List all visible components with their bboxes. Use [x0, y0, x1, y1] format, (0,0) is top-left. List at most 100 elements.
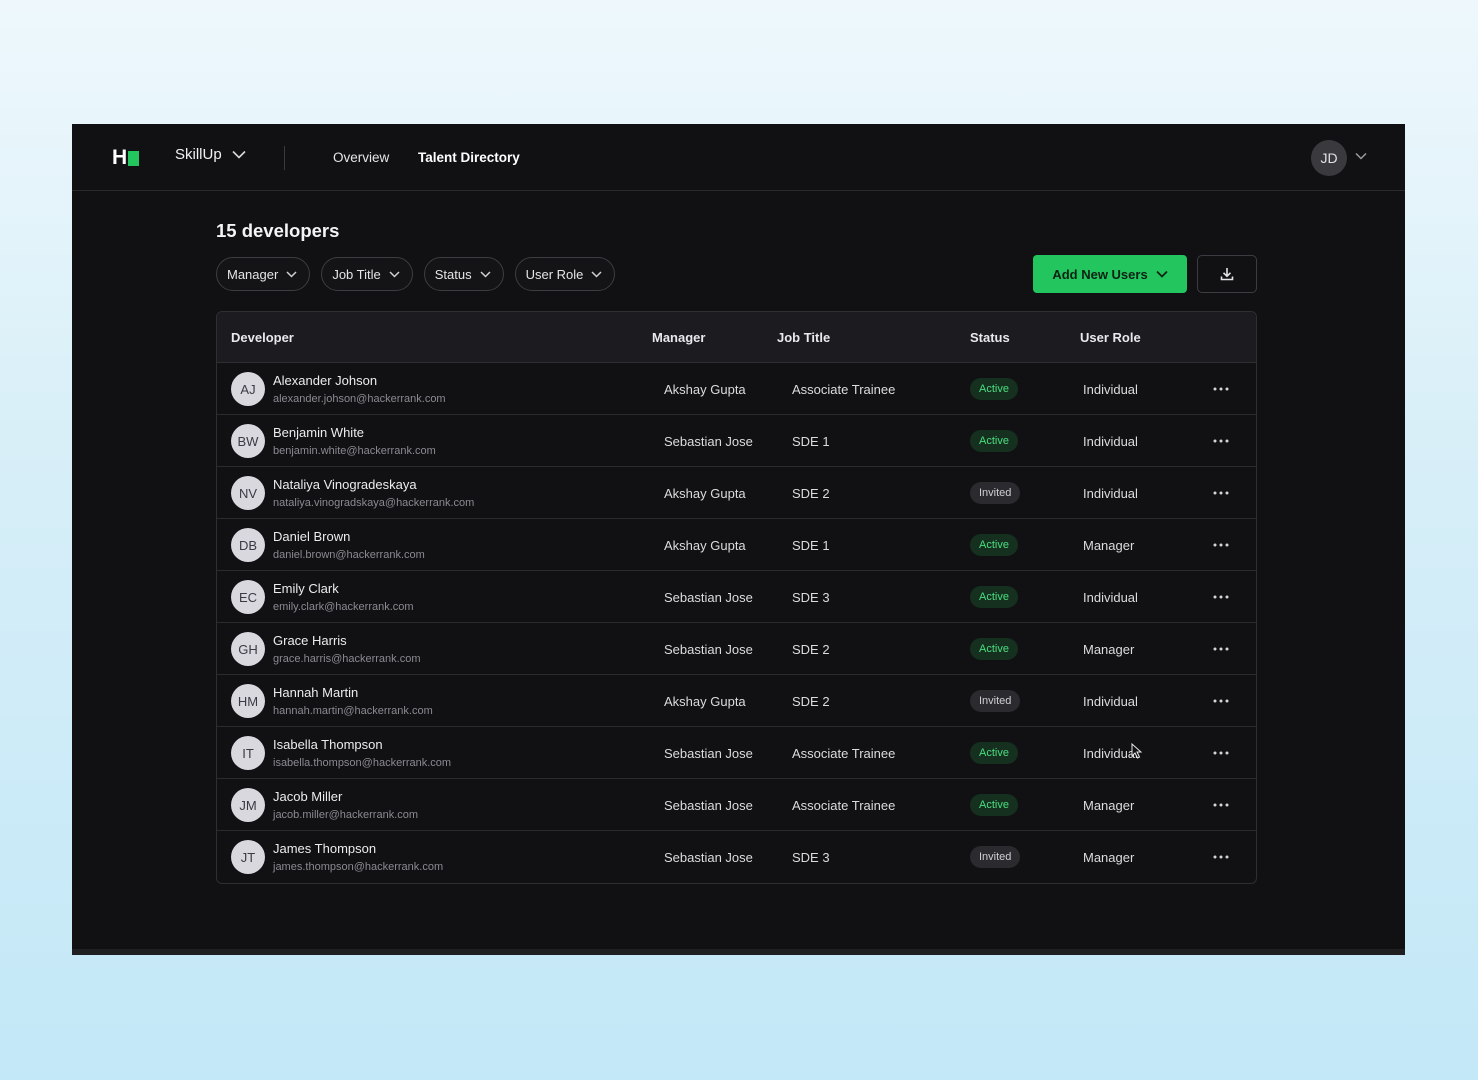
avatar: JM	[231, 788, 265, 822]
job-title-cell: SDE 2	[792, 486, 830, 501]
avatar: JT	[231, 840, 265, 874]
status-badge: Invited	[970, 690, 1021, 712]
job-title-cell: SDE 3	[792, 850, 830, 865]
developer-name[interactable]: Grace Harris	[273, 633, 347, 648]
chevron-down-icon	[480, 270, 491, 278]
table-row[interactable]: HM Hannah Martin hannah.martin@hackerrank.…	[217, 675, 1256, 727]
table-row[interactable]: JM Jacob Miller jacob.miller@hackerrank.co…	[217, 779, 1256, 831]
developer-email: grace.harris@hackerrank.com	[273, 653, 421, 665]
developer-name[interactable]: Benjamin White	[273, 425, 364, 440]
manager-cell: Akshay Gupta	[664, 382, 746, 397]
user-role-cell: Individual	[1083, 486, 1138, 501]
avatar: AJ	[231, 372, 265, 406]
user-role-cell: Manager	[1083, 850, 1135, 865]
user-role-cell: Manager	[1083, 798, 1135, 813]
avatar: DB	[231, 528, 265, 562]
user-role-cell: Individual	[1083, 434, 1138, 449]
developer-name[interactable]: Emily Clark	[273, 581, 339, 596]
more-options-icon[interactable]	[1210, 639, 1232, 659]
table-row[interactable]: AJ Alexander Johson alexander.johson@hacke…	[217, 363, 1256, 415]
mouse-cursor-icon	[1131, 743, 1142, 759]
status-badge: Invited	[970, 482, 1021, 504]
add-new-users-button[interactable]: Add New Users	[1033, 255, 1187, 293]
column-header-manager[interactable]: Manager	[652, 330, 705, 345]
more-options-icon[interactable]	[1210, 535, 1232, 555]
top-nav: H SkillUp Overview Talent Directory JD	[72, 124, 1405, 191]
filter-manager[interactable]: Manager	[216, 257, 311, 291]
avatar: IT	[231, 736, 265, 770]
table-row[interactable]: NV Nataliya Vinogradeskaya nataliya.vinogr…	[217, 467, 1256, 519]
user-avatar[interactable]: JD	[1311, 140, 1347, 176]
developer-name[interactable]: James Thompson	[273, 841, 376, 856]
developers-table: Developer Manager Job Title Status User …	[216, 311, 1257, 884]
developer-email: isabella.thompson@hackerrank.com	[273, 757, 452, 769]
column-header-job-title[interactable]: Job Title	[777, 330, 830, 345]
user-role-cell: Individual	[1083, 382, 1138, 397]
app-window: H SkillUp Overview Talent Directory JD 1…	[72, 124, 1405, 955]
job-title-cell: Associate Trainee	[792, 382, 896, 397]
more-options-icon[interactable]	[1210, 691, 1232, 711]
more-options-icon[interactable]	[1210, 847, 1232, 867]
developer-email: james.thompson@hackerrank.com	[273, 861, 444, 873]
column-header-user-role[interactable]: User Role	[1080, 330, 1141, 345]
more-options-icon[interactable]	[1210, 743, 1232, 763]
more-options-icon[interactable]	[1210, 483, 1232, 503]
developer-name[interactable]: Alexander Johson	[273, 373, 377, 388]
hackerrank-logo[interactable]: H	[112, 146, 140, 169]
more-options-icon[interactable]	[1210, 795, 1232, 815]
job-title-cell: SDE 1	[792, 538, 830, 553]
job-title-cell: SDE 2	[792, 642, 830, 657]
more-options-icon[interactable]	[1210, 379, 1232, 399]
more-options-icon[interactable]	[1210, 431, 1232, 451]
status-badge: Active	[970, 534, 1018, 556]
developer-name[interactable]: Hannah Martin	[273, 685, 358, 700]
filter-label: Manager	[227, 266, 279, 282]
table-row[interactable]: DB Daniel Brown daniel.brown@hackerrank.co…	[217, 519, 1256, 571]
user-role-cell: Individual	[1083, 746, 1138, 761]
table-row[interactable]: BW Benjamin White benjamin.white@hackerran…	[217, 415, 1256, 467]
chevron-down-icon	[389, 270, 400, 278]
chevron-down-icon[interactable]	[1355, 152, 1367, 160]
filter-user-role[interactable]: User Role	[514, 257, 616, 291]
developer-name[interactable]: Daniel Brown	[273, 529, 350, 544]
developer-name[interactable]: Jacob Miller	[273, 789, 342, 804]
status-badge: Active	[970, 794, 1018, 816]
product-switcher[interactable]: SkillUp	[175, 146, 246, 163]
developer-name[interactable]: Isabella Thompson	[273, 737, 383, 752]
column-header-developer[interactable]: Developer	[231, 330, 294, 345]
add-new-users-label: Add New Users	[1052, 266, 1148, 282]
developer-email: alexander.johson@hackerrank.com	[273, 393, 446, 405]
manager-cell: Sebastian Jose	[664, 642, 753, 657]
developer-name[interactable]: Nataliya Vinogradeskaya	[273, 477, 417, 492]
logo-block	[128, 150, 140, 166]
status-badge: Invited	[970, 846, 1021, 868]
filter-job-title[interactable]: Job Title	[321, 257, 413, 291]
manager-cell: Sebastian Jose	[664, 850, 753, 865]
developer-email: jacob.miller@hackerrank.com	[273, 809, 419, 821]
job-title-cell: Associate Trainee	[792, 746, 896, 761]
table-row[interactable]: EC Emily Clark emily.clark@hackerrank.com S…	[217, 571, 1256, 623]
status-badge: Active	[970, 586, 1018, 608]
filter-label: User Role	[525, 266, 584, 282]
manager-cell: Akshay Gupta	[664, 486, 746, 501]
developer-email: nataliya.vinogradskaya@hackerrank.com	[273, 497, 475, 509]
filter-status[interactable]: Status	[423, 257, 504, 291]
status-badge: Active	[970, 430, 1018, 452]
more-options-icon[interactable]	[1210, 587, 1232, 607]
column-header-status[interactable]: Status	[970, 330, 1010, 345]
developer-email: hannah.martin@hackerrank.com	[273, 705, 433, 717]
filter-bar: Manager Job Title Status User Role	[216, 257, 616, 291]
download-button[interactable]	[1197, 255, 1257, 293]
table-row[interactable]: GH Grace Harris grace.harris@hackerrank.co…	[217, 623, 1256, 675]
chevron-down-icon	[232, 150, 246, 159]
status-badge: Active	[970, 638, 1018, 660]
developer-email: daniel.brown@hackerrank.com	[273, 549, 425, 561]
nav-overview[interactable]: Overview	[333, 150, 389, 165]
avatar: HM	[231, 684, 265, 718]
avatar: EC	[231, 580, 265, 614]
table-row[interactable]: JT James Thompson james.thompson@hackerran…	[217, 831, 1256, 883]
nav-talent-directory[interactable]: Talent Directory	[418, 150, 520, 165]
logo-letter: H	[112, 146, 127, 169]
chevron-down-icon	[286, 270, 297, 278]
table-row[interactable]: IT Isabella Thompson isabella.thompson@hac…	[217, 727, 1256, 779]
